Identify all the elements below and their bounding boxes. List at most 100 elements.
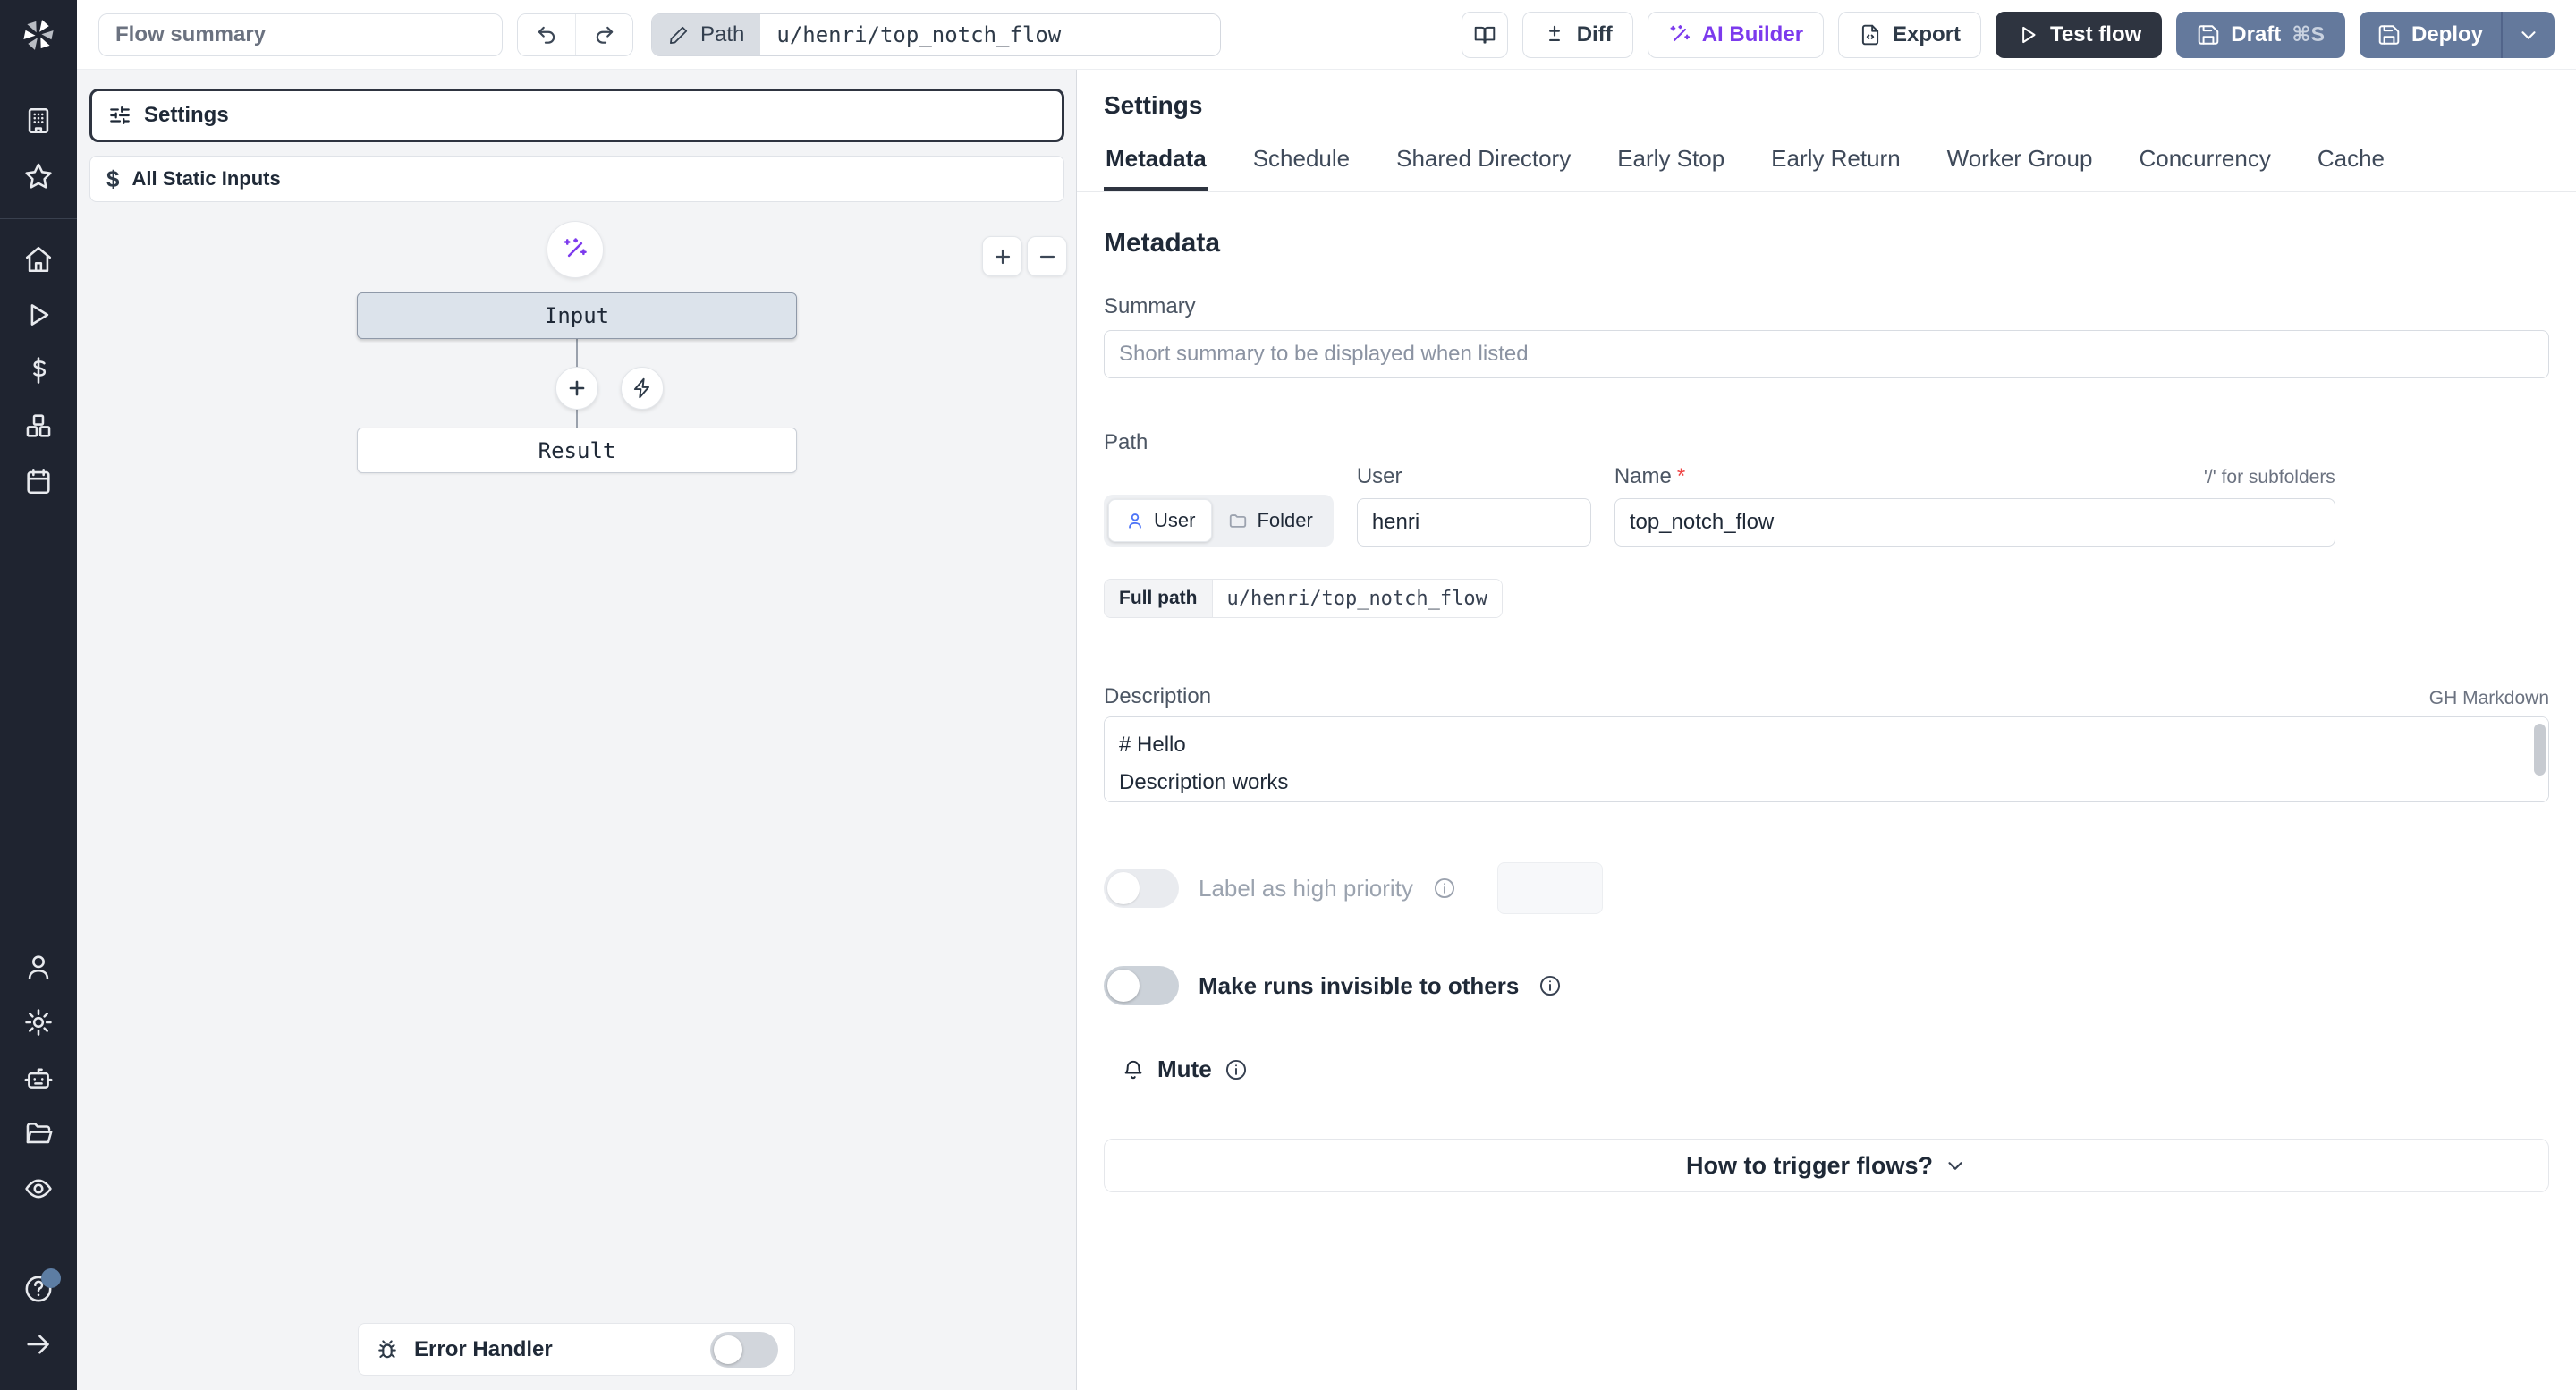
summary-input[interactable] [1104, 330, 2549, 378]
notification-dot [41, 1268, 61, 1288]
tab-cache[interactable]: Cache [2316, 140, 2386, 191]
static-inputs-label: All Static Inputs [131, 167, 281, 190]
runs-play-icon[interactable] [0, 287, 77, 343]
description-field: # Hello Description works [1104, 716, 2549, 807]
deploy-button[interactable]: Deploy [2360, 12, 2501, 58]
tab-schedule[interactable]: Schedule [1251, 140, 1352, 191]
draft-button[interactable]: Draft ⌘S [2176, 11, 2345, 58]
diff-button[interactable]: Diff [1521, 11, 1633, 58]
tab-metadata[interactable]: Metadata [1104, 140, 1208, 191]
account-user-icon[interactable] [0, 939, 77, 995]
ai-wand-node-button[interactable] [547, 221, 604, 278]
rail-divider [0, 218, 77, 219]
flow-settings-node[interactable]: Settings [89, 89, 1064, 142]
description-scrollbar[interactable] [2534, 724, 2546, 776]
zap-icon [633, 377, 650, 399]
tab-concurrency[interactable]: Concurrency [2137, 140, 2272, 191]
redo-button[interactable] [575, 13, 632, 55]
owner-kind-folder-button[interactable]: Folder [1212, 499, 1328, 542]
flow-settings-panel: Settings Metadata Schedule Shared Direct… [1077, 70, 2576, 1390]
home-icon[interactable] [0, 232, 77, 287]
workers-bot-icon[interactable] [0, 1050, 77, 1106]
subfolders-hint: '/' for subfolders [2203, 467, 2335, 487]
chevron-down-icon [2521, 30, 2536, 39]
zoom-in-button[interactable] [982, 236, 1022, 276]
high-priority-row: Label as high priority [1104, 862, 2549, 914]
settings-tabs: Metadata Schedule Shared Directory Early… [1077, 140, 2576, 192]
path-section-label: Path [1104, 430, 1148, 454]
mute-label[interactable]: Mute [1157, 1055, 1212, 1083]
error-handler-node[interactable]: Error Handler [358, 1323, 795, 1376]
high-priority-label: Label as high priority [1199, 874, 1413, 902]
folders-icon[interactable] [0, 1106, 77, 1161]
export-button[interactable]: Export [1838, 11, 1982, 58]
error-handler-label: Error Handler [414, 1336, 553, 1361]
audit-eye-icon[interactable] [0, 1161, 77, 1216]
invisible-runs-row: Make runs invisible to others [1104, 966, 2549, 1005]
invisible-runs-toggle[interactable] [1104, 966, 1179, 1005]
undo-button[interactable] [518, 13, 575, 55]
undo-redo-group [517, 13, 633, 56]
variables-dollar-icon[interactable] [0, 343, 77, 398]
left-nav-rail [0, 0, 77, 1390]
edit-path-button[interactable]: Path [652, 13, 761, 55]
summary-label: Summary [1104, 294, 1196, 318]
draft-shortcut: ⌘S [2292, 22, 2325, 46]
owner-kind-user-button[interactable]: User [1108, 499, 1213, 542]
schedules-calendar-icon[interactable] [0, 453, 77, 509]
mute-row: Mute [1104, 1055, 2549, 1083]
pencil-icon [670, 26, 688, 44]
name-input[interactable] [1614, 498, 2335, 547]
error-handler-toggle[interactable] [710, 1331, 778, 1368]
user-field-label: User [1356, 464, 1402, 488]
description-label: Description [1104, 684, 1212, 708]
description-textarea[interactable]: # Hello Description works [1104, 716, 2549, 802]
full-path-display: Full path u/henri/top_notch_flow [1104, 579, 1503, 618]
info-icon[interactable] [1538, 974, 1562, 997]
info-icon[interactable] [1433, 877, 1456, 900]
flow-path-value[interactable]: u/henri/top_notch_flow [760, 13, 1220, 55]
ai-builder-button[interactable]: AI Builder [1647, 11, 1825, 58]
path-row: User Folder User Na [1104, 464, 2549, 547]
test-flow-button[interactable]: Test flow [1996, 11, 2163, 58]
favorites-star-icon[interactable] [0, 148, 77, 204]
help-icon[interactable] [0, 1261, 77, 1317]
workspace-building-icon[interactable] [0, 93, 77, 148]
deploy-split-button: Deploy [2359, 11, 2555, 58]
name-field-label: Name * [1614, 464, 1686, 488]
tab-shared-directory[interactable]: Shared Directory [1394, 140, 1572, 191]
owner-kind-toggle: User Folder [1104, 495, 1334, 547]
book-open-icon [1474, 26, 1495, 44]
plus-icon [995, 249, 1010, 264]
settings-gear-icon[interactable] [0, 995, 77, 1050]
docs-book-button[interactable] [1461, 11, 1508, 58]
diff-icon [1548, 25, 1560, 41]
user-icon [1129, 513, 1141, 529]
tab-early-return[interactable]: Early Return [1769, 140, 1902, 191]
minus-icon [1039, 255, 1055, 258]
full-path-badge: Full path [1105, 580, 1212, 617]
how-to-trigger-collapse[interactable]: How to trigger flows? [1104, 1139, 2549, 1192]
info-icon[interactable] [1224, 1058, 1248, 1081]
all-static-inputs-node[interactable]: $ All Static Inputs [89, 156, 1064, 202]
add-step-button[interactable] [555, 367, 598, 410]
result-node[interactable]: Result [357, 428, 797, 473]
trigger-label: How to trigger flows? [1686, 1151, 1933, 1179]
deploy-options-caret[interactable] [2503, 12, 2555, 58]
add-trigger-button[interactable] [621, 367, 664, 410]
resources-boxes-icon[interactable] [0, 398, 77, 453]
flow-path-control: Path u/henri/top_notch_flow [651, 13, 1221, 56]
settings-panel-title: Settings [1104, 91, 1203, 119]
windmill-logo-icon[interactable] [0, 0, 77, 70]
bell-icon [1124, 1060, 1142, 1079]
user-input[interactable] [1356, 498, 1591, 547]
high-priority-toggle[interactable] [1104, 869, 1179, 908]
zoom-out-button[interactable] [1027, 236, 1067, 276]
expand-rail-arrow-icon[interactable] [0, 1317, 77, 1372]
sliders-icon [110, 106, 130, 124]
tab-worker-group[interactable]: Worker Group [1945, 140, 2095, 191]
tab-early-stop[interactable]: Early Stop [1615, 140, 1726, 191]
input-node[interactable]: Input [357, 292, 797, 339]
priority-value-input [1496, 862, 1603, 914]
flow-summary-input[interactable] [98, 13, 503, 56]
